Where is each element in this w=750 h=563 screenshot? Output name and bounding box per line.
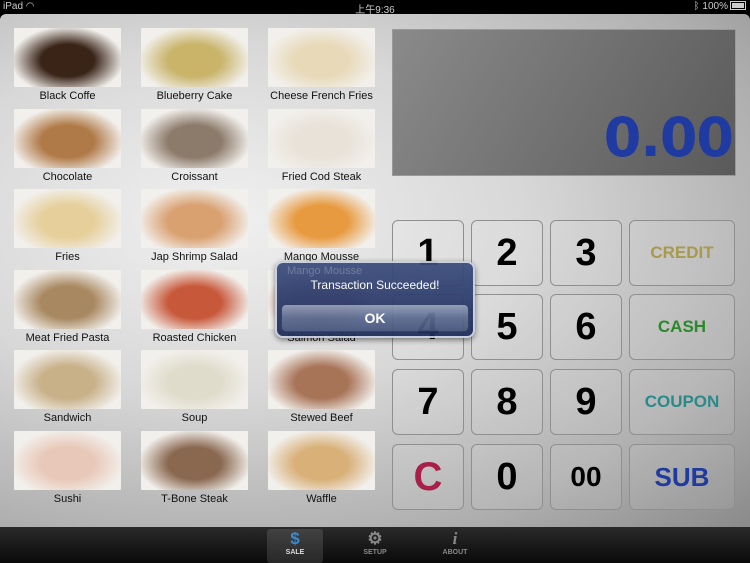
menu-item-image[interactable]: [268, 431, 375, 490]
menu-item[interactable]: Jap Shrimp Salad: [141, 189, 248, 263]
menu-item-image[interactable]: [141, 108, 248, 168]
menu-item-label: Cheese French Fries: [270, 90, 373, 102]
key-6[interactable]: 6: [550, 294, 622, 360]
menu-item[interactable]: Fried Cod Steak: [268, 108, 375, 183]
menu-item[interactable]: Sandwich: [14, 350, 121, 424]
menu-item-image[interactable]: [14, 431, 121, 490]
key-00[interactable]: 00: [550, 444, 622, 510]
menu-item-label: Sandwich: [43, 412, 92, 425]
key-5[interactable]: 5: [471, 294, 543, 360]
tab-setup[interactable]: ⚙ SETUP: [347, 529, 403, 563]
menu-item[interactable]: Fries: [14, 189, 121, 263]
bluetooth-icon: ᛒ: [693, 1, 700, 12]
menu-item[interactable]: Sushi: [14, 431, 121, 505]
menu-item-label: Sushi: [53, 493, 82, 505]
menu-item-label: Chocolate: [42, 170, 93, 183]
menu-item-label: Blueberry Cake: [156, 90, 233, 102]
tab-sale[interactable]: $ SALE: [267, 529, 323, 563]
menu-item-image[interactable]: [14, 350, 121, 410]
menu-item-label: Roasted Chicken: [152, 331, 237, 344]
credit-button[interactable]: CREDIT: [629, 220, 735, 286]
menu-item-image[interactable]: [141, 350, 248, 410]
tab-bar: $ SALE ⚙ SETUP i ABOUT: [0, 527, 750, 563]
battery-status: ᛒ 100%: [694, 1, 746, 12]
menu-item[interactable]: Croissant: [141, 108, 248, 183]
info-icon: i: [452, 529, 458, 548]
menu-item-label: Fried Cod Steak: [281, 170, 362, 183]
menu-item-image[interactable]: [141, 189, 248, 249]
clear-button[interactable]: C: [392, 444, 464, 510]
alert-dialog: Mango Mousse Transaction Succeeded! OK: [275, 261, 475, 338]
menu-item-label: Croissant: [171, 170, 218, 183]
menu-item-image[interactable]: [14, 108, 121, 168]
menu-item[interactable]: Roasted Chicken: [141, 269, 248, 344]
menu-item[interactable]: Stewed Beef: [268, 350, 375, 424]
menu-item[interactable]: Cheese French Fries: [268, 28, 375, 102]
menu-item-image[interactable]: [268, 108, 375, 168]
menu-item-image[interactable]: [141, 28, 248, 87]
menu-item-label: T-Bone Steak: [161, 493, 228, 505]
tab-label: ABOUT: [442, 549, 468, 556]
menu-item-image[interactable]: [14, 28, 121, 87]
sale-screen: Black Coffe Blueberry Cake Cheese French F…: [0, 14, 750, 527]
tab-label: SALE: [285, 549, 305, 556]
sub-button[interactable]: SUB: [629, 444, 735, 510]
menu-item[interactable]: Waffle: [268, 431, 375, 505]
key-2[interactable]: 2: [471, 220, 543, 286]
menu-item[interactable]: Mango Mousse: [268, 189, 375, 263]
key-0[interactable]: 0: [471, 444, 543, 510]
coupon-button[interactable]: COUPON: [629, 369, 735, 435]
menu-item-image[interactable]: [141, 431, 248, 490]
menu-item-image[interactable]: [268, 189, 375, 249]
gear-icon: ⚙: [367, 529, 383, 548]
menu-item-label: Black Coffe: [39, 90, 96, 102]
alert-background-text: Mango Mousse: [287, 265, 363, 277]
menu-item-image[interactable]: [14, 189, 121, 249]
menu-item[interactable]: Blueberry Cake: [141, 28, 248, 102]
menu-item-label: Stewed Beef: [290, 412, 353, 425]
menu-item-image[interactable]: [141, 269, 248, 329]
alert-message: Transaction Succeeded!: [310, 278, 440, 292]
battery-icon: [730, 1, 746, 10]
menu-item-image[interactable]: [268, 28, 375, 87]
status-bar: iPad ◠ 上午9:36 ᛒ 100%: [0, 0, 750, 16]
amount-display: 0.00: [392, 29, 736, 176]
alert-ok-button[interactable]: OK: [281, 304, 469, 332]
menu-item-label: Fries: [55, 251, 80, 264]
amount-value: 0.00: [603, 106, 734, 169]
menu-item-image[interactable]: [14, 269, 121, 329]
menu-item-label: Soup: [181, 412, 208, 425]
menu-item-label: Jap Shrimp Salad: [151, 251, 238, 264]
tab-about[interactable]: i ABOUT: [427, 529, 483, 563]
menu-item[interactable]: T-Bone Steak: [141, 431, 248, 505]
key-9[interactable]: 9: [550, 369, 622, 435]
menu-item[interactable]: Soup: [141, 350, 248, 424]
menu-item[interactable]: Meat Fried Pasta: [14, 269, 121, 344]
key-8[interactable]: 8: [471, 369, 543, 435]
menu-item-label: Meat Fried Pasta: [25, 331, 110, 344]
menu-item-label: Waffle: [306, 493, 337, 505]
dollar-icon: $: [290, 529, 300, 548]
cash-button[interactable]: CASH: [629, 294, 735, 360]
key-7[interactable]: 7: [392, 369, 464, 435]
menu-item[interactable]: Black Coffe: [14, 28, 121, 102]
menu-item[interactable]: Chocolate: [14, 108, 121, 183]
menu-item-image[interactable]: [268, 350, 375, 410]
tab-label: SETUP: [363, 549, 387, 556]
key-3[interactable]: 3: [550, 220, 622, 286]
